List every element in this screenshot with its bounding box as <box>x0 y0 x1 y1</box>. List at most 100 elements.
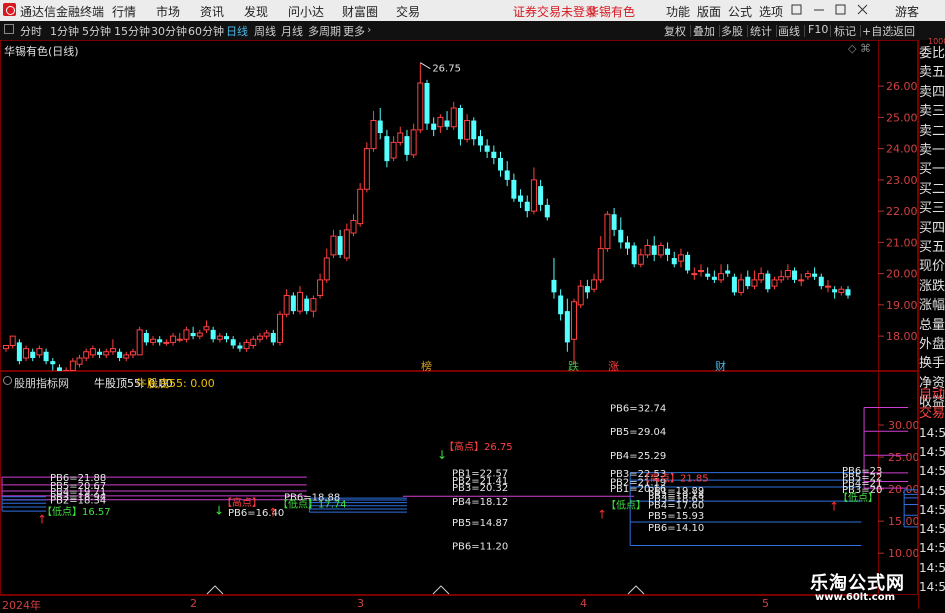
period-tab-multi[interactable]: 多周期 <box>308 23 341 39</box>
candle-body <box>417 82 424 131</box>
candle-body <box>310 298 317 312</box>
menu-discover[interactable]: 发现 <box>244 3 268 20</box>
candle-body <box>637 254 644 265</box>
candle-body <box>256 335 263 340</box>
toolbar-adjust-button[interactable]: 复权 <box>664 23 686 39</box>
candle-body <box>243 341 250 350</box>
pb-level-label: PB5=14.87 <box>452 518 508 529</box>
quote-label: 卖二 <box>919 123 945 139</box>
candle-body <box>263 332 270 337</box>
period-tab-15min[interactable]: 15分钟 <box>114 23 150 39</box>
candle-body <box>97 351 103 355</box>
toolbar-overlay-button[interactable]: 叠加 <box>693 23 715 39</box>
toolbar-mark-button[interactable]: 标记 <box>834 23 856 39</box>
guest-login[interactable]: 游客 <box>895 3 919 20</box>
period-tab-30min[interactable]: 30分钟 <box>151 23 187 39</box>
menu-news[interactable]: 资讯 <box>200 3 224 20</box>
chevron-right-icon[interactable]: › <box>367 23 371 36</box>
low-point-label: 【低点】17.74 <box>278 498 347 511</box>
trade-time: 14:56 <box>919 502 945 517</box>
toolbar-separator <box>860 25 861 37</box>
quote-label: 总量 <box>919 317 945 333</box>
toolbar-back-button[interactable]: 返回 <box>893 23 915 39</box>
toolbar-stats-button[interactable]: 统计 <box>750 23 772 39</box>
price-axis-label: 24.00 <box>886 143 918 156</box>
menu-formula[interactable]: 公式 <box>728 3 752 20</box>
x-tick: 4 <box>580 597 587 610</box>
candle-body <box>705 273 711 277</box>
candle-body <box>611 214 617 230</box>
candle-body <box>597 248 604 281</box>
toolbar-separator <box>719 25 720 37</box>
bottom-signal-mark <box>627 585 645 595</box>
menu-ask[interactable]: 问小达 <box>288 3 324 20</box>
quote-label: 现价 <box>919 259 945 275</box>
period-tab-5min[interactable]: 5分钟 <box>82 23 111 39</box>
candle-body <box>751 279 758 287</box>
candle-body <box>491 151 497 158</box>
candle-body <box>431 123 437 130</box>
trade-time: 14:56 <box>919 560 945 575</box>
candle-body <box>471 120 477 140</box>
toolbar-draw-button[interactable]: 画线 <box>778 23 800 39</box>
quote-label: 卖五 <box>919 65 945 81</box>
menu-options[interactable]: 选项 <box>759 3 783 20</box>
period-tab-intraday[interactable]: 分时 <box>20 23 42 39</box>
pb-level-label: PB6=11.20 <box>452 541 508 552</box>
price-axis-label: 19.00 <box>886 299 918 312</box>
toolbar-add-watchlist-button[interactable]: +自选 <box>862 23 893 39</box>
period-tab-1min[interactable]: 1分钟 <box>50 23 79 39</box>
candle-body <box>778 276 785 281</box>
menu-function[interactable]: 功能 <box>666 3 690 20</box>
period-tab-60min[interactable]: 60分钟 <box>188 23 224 39</box>
trade-time: 14:56 <box>919 444 945 459</box>
auto-trade-label[interactable]: 自动 <box>919 385 945 404</box>
login-notice[interactable]: 证券交易未登录 <box>513 3 597 20</box>
candle-body <box>564 311 570 343</box>
period-tab-monthly[interactable]: 月线 <box>281 23 303 39</box>
period-tab-daily[interactable]: 日线 <box>226 23 248 39</box>
menu-layout[interactable]: 版面 <box>697 3 721 20</box>
up-arrow-icon: ↑ <box>37 512 47 526</box>
indicator-axis-label: 30.00 <box>888 419 918 432</box>
menu-wealth-circle[interactable]: 财富圈 <box>342 3 378 20</box>
candle-body <box>591 279 598 290</box>
menu-quotes[interactable]: 行情 <box>112 3 136 20</box>
candle-body <box>464 120 471 140</box>
high-point-label: 【高点】21.85 <box>640 471 709 484</box>
trade-time: 14:56 <box>919 483 945 498</box>
period-tab-weekly[interactable]: 周线 <box>254 23 276 39</box>
period-tab-more[interactable]: 更多 <box>343 23 365 39</box>
candle-body <box>297 291 304 312</box>
candle-body <box>657 245 664 256</box>
candle-body <box>76 357 83 365</box>
stock-link[interactable]: 华锡有色 <box>587 3 635 20</box>
candle-body <box>477 136 483 146</box>
pb-level-label: PB3=20.32 <box>452 483 508 494</box>
candle-body <box>183 329 190 340</box>
menu-market[interactable]: 市场 <box>156 3 180 20</box>
candle-body <box>363 148 370 190</box>
auto-trade-label[interactable]: 交易 <box>919 404 945 423</box>
pb-level-label: PB6=32.74 <box>610 403 666 414</box>
candle-body <box>771 279 778 287</box>
candle-body <box>3 345 9 350</box>
candle-body <box>538 186 544 205</box>
trade-time: 14:56 <box>919 425 945 440</box>
candle-body <box>390 141 397 159</box>
candle-body <box>798 279 805 282</box>
candle-body <box>738 279 745 293</box>
menu-trade[interactable]: 交易 <box>396 3 420 20</box>
quote-label: 买五 <box>919 240 945 255</box>
toolbar-f10-button[interactable]: F10 <box>808 23 828 36</box>
app-name: 通达信金融终端 <box>20 5 105 19</box>
trade-time: 14:56 <box>919 580 945 594</box>
toolbar-menu-icon[interactable] <box>4 24 14 34</box>
candle-body <box>631 245 637 265</box>
candle-body <box>117 351 123 358</box>
down-arrow-icon: ↓ <box>437 448 447 462</box>
candle-body <box>457 108 463 140</box>
up-arrow-icon: ↑ <box>268 505 278 519</box>
toolbar-multi-stock-button[interactable]: 多股 <box>721 23 743 39</box>
window-control-icons[interactable] <box>791 3 871 20</box>
